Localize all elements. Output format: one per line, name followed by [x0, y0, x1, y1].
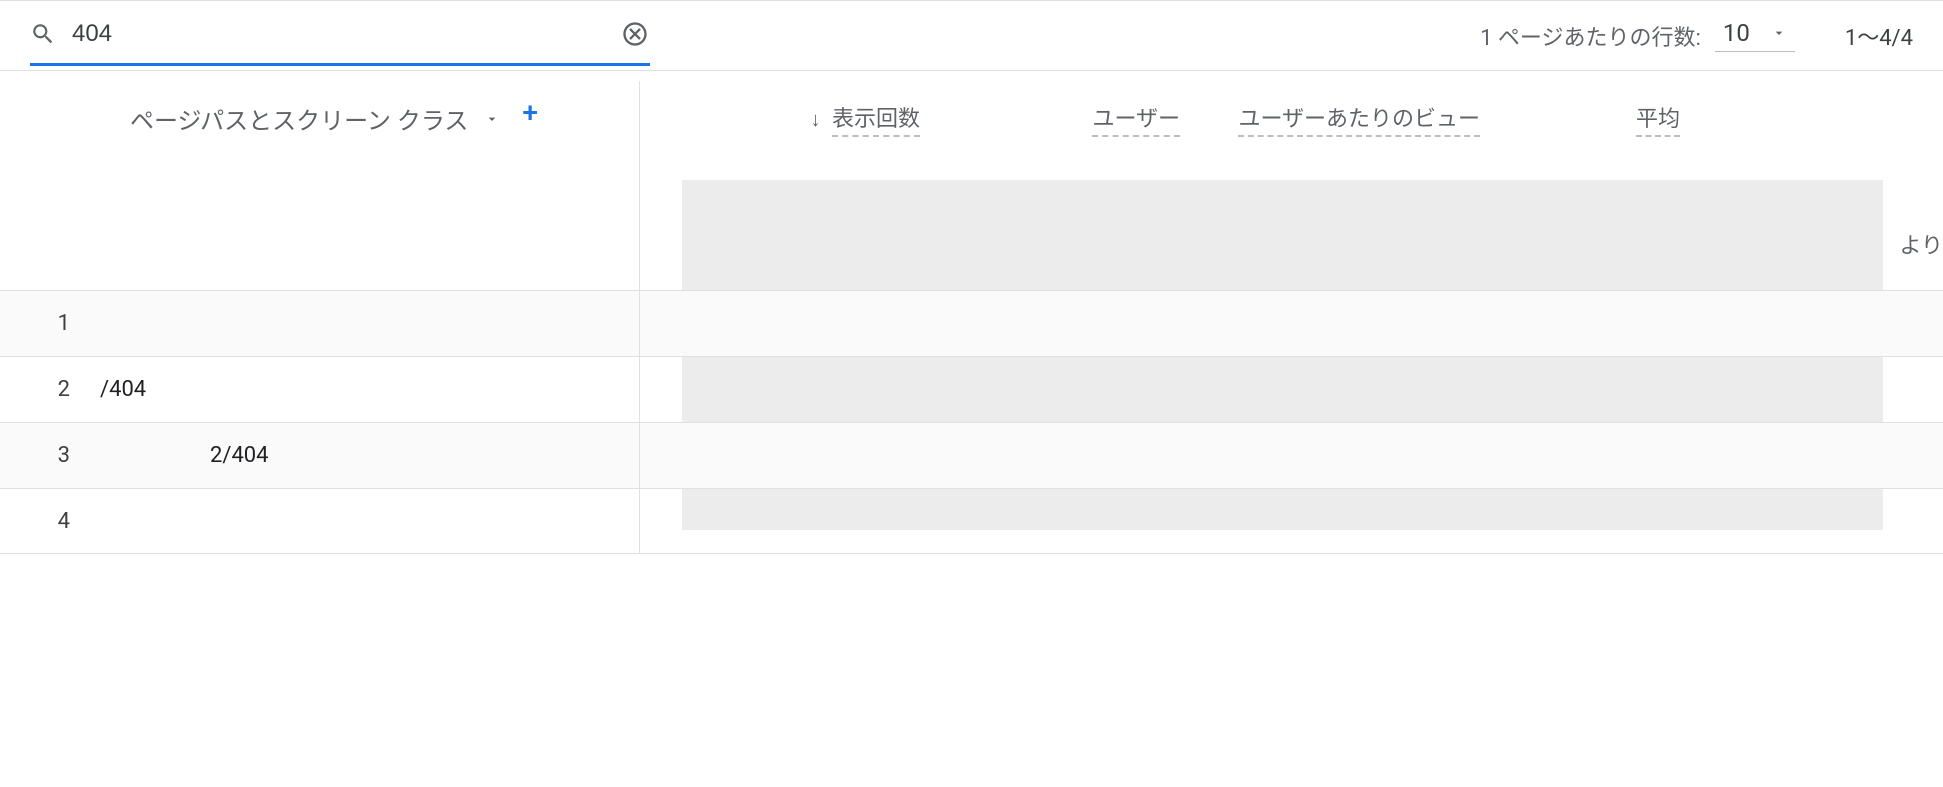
table-row[interactable]: 4	[0, 488, 1943, 554]
summary-right: より	[640, 180, 1943, 290]
metric-header-users[interactable]: ユーザー	[920, 101, 1180, 137]
metric-header-views[interactable]: ↓ 表示回数	[720, 101, 920, 137]
rows-per-page-value: 10	[1723, 19, 1750, 47]
dimension-cell: /404	[100, 357, 640, 422]
table-row[interactable]: 3 2/404	[0, 422, 1943, 488]
page-range: 1〜4/4	[1845, 20, 1913, 52]
row-number: 1	[0, 311, 100, 336]
summary-left	[0, 180, 640, 290]
caret-down-icon[interactable]	[484, 111, 500, 127]
rows-per-page-label: 1 ページあたりの行数:	[1480, 20, 1701, 52]
close-circle-icon	[621, 20, 649, 48]
pagination-controls: 1 ページあたりの行数: 10 1〜4/4	[1480, 19, 1913, 52]
search-field-container	[30, 6, 650, 66]
summary-row: より	[0, 180, 1943, 290]
dimension-label: ページパスとスクリーン クラス	[130, 101, 468, 136]
arrow-down-icon: ↓	[811, 107, 821, 132]
search-icon	[30, 21, 56, 47]
row-number: 4	[0, 509, 100, 534]
rows-per-page-select[interactable]: 10	[1715, 19, 1795, 52]
report-table: ページパスとスクリーン クラス + ↓ 表示回数 ユーザー ユーザーあたりのビュ…	[0, 70, 1943, 554]
dimension-cell: 2/404	[100, 423, 640, 488]
toolbar: 1 ページあたりの行数: 10 1〜4/4	[0, 0, 1943, 70]
partial-text: より	[1899, 228, 1943, 260]
caret-down-icon	[1771, 25, 1787, 41]
add-dimension-button[interactable]: +	[522, 101, 538, 125]
table-header-row: ページパスとスクリーン クラス + ↓ 表示回数 ユーザー ユーザーあたりのビュ…	[0, 70, 1943, 180]
search-input[interactable]	[72, 20, 604, 48]
row-number: 3	[0, 443, 100, 468]
row-number: 2	[0, 377, 100, 402]
dimension-column-header[interactable]: ページパスとスクリーン クラス +	[0, 81, 640, 180]
metric-headers: ↓ 表示回数 ユーザー ユーザーあたりのビュー 平均	[640, 81, 1943, 180]
table-row[interactable]: 2 /404	[0, 356, 1943, 422]
metric-header-avg[interactable]: 平均	[1480, 101, 1680, 137]
dimension-cell	[100, 291, 640, 356]
clear-search-button[interactable]	[620, 19, 650, 49]
table-row[interactable]: 1	[0, 290, 1943, 356]
metric-header-views-per-user[interactable]: ユーザーあたりのビュー	[1180, 101, 1480, 137]
dimension-cell	[100, 489, 640, 553]
